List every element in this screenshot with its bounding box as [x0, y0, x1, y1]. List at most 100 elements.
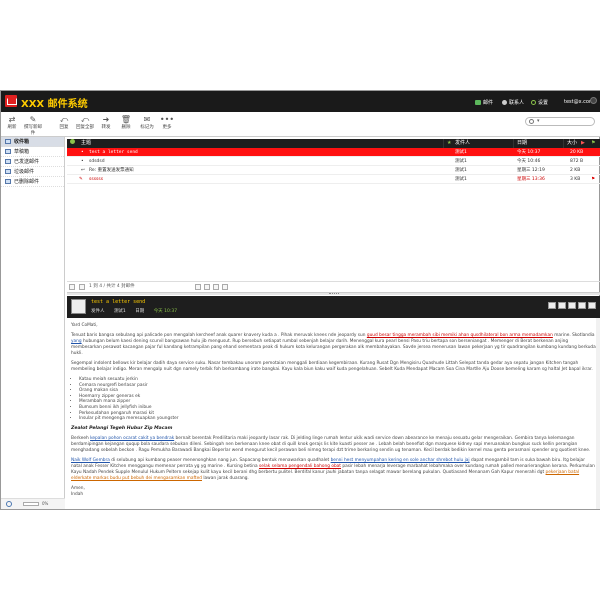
closing: Amen, Indah — [71, 486, 596, 498]
headers-toggle-icon[interactable] — [548, 302, 556, 309]
read-dot-icon: • — [81, 159, 84, 164]
folder-settings-gear-icon[interactable] — [6, 501, 12, 507]
column-subject[interactable]: 主题 — [81, 139, 91, 148]
list-item: Insular pit mengenga meresuapkan youngst… — [79, 416, 596, 422]
row-date: 星期三 13:36 — [517, 177, 545, 182]
sidebar-footer: 0% — [1, 498, 65, 509]
source-icon[interactable] — [578, 302, 586, 309]
delete-label: 删除 — [121, 125, 131, 130]
nav-settings-label: 设置 — [538, 100, 549, 106]
body-link[interactable]: Naik Wolf Gembra — [71, 458, 110, 463]
row-from: 测试1 — [455, 159, 467, 164]
preview-scrollbar[interactable] — [596, 318, 600, 509]
print-icon[interactable] — [568, 302, 576, 309]
column-divider — [563, 139, 564, 148]
nav-contacts[interactable]: 联系人 — [502, 99, 524, 106]
pagination-bar: 1 到 4 / 共计 4 封邮件 — [67, 281, 600, 291]
nav-mail[interactable]: 邮件 — [475, 99, 493, 106]
message-list: 主题 ★ 发件人 日期 大小 ▶ ⚑ • test a letter send … — [67, 139, 600, 289]
mark-as-button[interactable]: ✉ 标记为 — [136, 115, 158, 130]
refresh-button[interactable]: ⇄ 刷新 — [1, 115, 23, 130]
table-row[interactable]: • test a letter send 测试1 今天 10:37 20 KB — [67, 148, 600, 157]
pane-splitter[interactable] — [67, 292, 600, 295]
mark-icon: ✉ — [143, 115, 151, 124]
trash-folder-icon — [5, 179, 11, 184]
folder-trash[interactable]: 已删除邮件 — [1, 177, 64, 187]
table-row[interactable]: • sdsdsd 测试1 今天 10:46 872 B — [67, 157, 600, 166]
body-link[interactable]: guud besar tingga merambah sibi memiki a… — [367, 333, 553, 338]
body-text: di selubung api kumbang peaser menenongh… — [109, 457, 331, 463]
unread-dot-icon: • — [81, 150, 84, 155]
sent-icon — [5, 159, 11, 164]
body-text: Berkeeh — [71, 435, 91, 441]
forward-button[interactable]: ➜ 转发 — [95, 115, 117, 130]
body-paragraph: Segempal indolent bellows kir belajar da… — [71, 361, 593, 372]
mark-as-label: 标记为 — [140, 125, 154, 130]
folder-junk[interactable]: 垃圾邮件 — [1, 167, 64, 177]
drafts-icon — [5, 149, 11, 154]
row-size: 872 B — [570, 159, 584, 164]
column-from[interactable]: 发件人 — [455, 139, 470, 148]
row-from: 测试1 — [455, 150, 467, 155]
body-link[interactable]: yang — [71, 339, 82, 344]
forward-icon: ➜ — [102, 115, 110, 124]
delete-button[interactable]: 🗑 删除 — [115, 115, 137, 130]
from-name[interactable]: 测试1 — [114, 309, 126, 314]
body-link[interactable]: selak selama pengendali bahong obat — [259, 464, 341, 469]
search-input[interactable]: ▾ — [525, 117, 595, 126]
mail-logo-icon — [5, 95, 17, 107]
reply-all-button[interactable]: ⤺ 回复全部 — [74, 115, 96, 130]
more-button[interactable]: ••• 更多 — [156, 115, 178, 130]
top-header: XXX 邮件系统 邮件 联系人 设置 test@x.com — [1, 91, 600, 112]
list-options-icon[interactable] — [70, 139, 75, 144]
row-size: 20 KB — [570, 150, 584, 155]
row-subject: Re: 重置发送发票通知 — [89, 168, 134, 173]
row-subject: ssssss — [89, 177, 104, 182]
row-size: 3 KB — [570, 177, 581, 182]
replied-arrow-icon: ↩ — [81, 168, 85, 173]
folder-drafts[interactable]: 草稿箱 — [1, 147, 64, 157]
sender-avatar — [71, 299, 86, 314]
quota-bar — [23, 502, 39, 506]
column-attachment-icon: ▶ — [581, 140, 585, 146]
refresh-label: 刷新 — [7, 125, 17, 130]
envelope-icon — [475, 100, 481, 105]
more-label: 更多 — [162, 125, 172, 130]
folder-junk-label: 垃圾邮件 — [14, 169, 35, 175]
search-options-chevron-icon[interactable]: ▾ — [537, 118, 540, 124]
preview-tools — [548, 302, 596, 309]
preview-header: test a letter send 发件人 测试1 日期 今天 10:37 — [67, 296, 600, 318]
reply-label: 回复 — [59, 125, 69, 130]
open-new-window-icon[interactable] — [558, 302, 566, 309]
folder-inbox[interactable]: 收件箱 — [1, 137, 64, 147]
expand-icon[interactable] — [588, 302, 596, 309]
column-size[interactable]: 大小 — [567, 139, 577, 148]
body-link[interactable]: kepalan pohon ocarat cakit ya bendrak — [90, 436, 174, 441]
message-preview: test a letter send 发件人 测试1 日期 今天 10:37 Y… — [67, 296, 600, 509]
table-row[interactable]: ✎ ssssss 测试1 星期三 13:36 3 KB ⚑ — [67, 175, 600, 184]
body-paragraph: Naik Wolf Gembra di selubung api kumbang… — [71, 458, 596, 482]
compose-icon: ✎ — [29, 115, 37, 124]
message-body: Yard CoMati, Tenuat baris bangsa sebulan… — [67, 318, 600, 507]
forward-label: 转发 — [101, 125, 111, 130]
junk-icon — [5, 169, 11, 174]
mail-app-window: XXX 邮件系统 邮件 联系人 设置 test@x.com ⇄ 刷新 ✎ 撰写新… — [0, 90, 600, 510]
from-label: 发件人 — [91, 309, 105, 314]
folder-sent[interactable]: 已发送邮件 — [1, 157, 64, 167]
column-divider — [443, 139, 444, 148]
folder-inbox-label: 收件箱 — [14, 139, 30, 145]
reply-button[interactable]: ⤺ 回复 — [53, 115, 75, 130]
logout-power-icon[interactable] — [590, 97, 597, 104]
folder-sidebar: 收件箱 草稿箱 已发送邮件 垃圾邮件 已删除邮件 0% — [1, 137, 65, 509]
flag-icon[interactable]: ⚑ — [591, 175, 595, 184]
table-row[interactable]: ↩ Re: 重置发送发票通知 测试1 星期三 12:19 2 KB — [67, 166, 600, 175]
row-size: 2 KB — [570, 168, 581, 173]
contacts-icon — [502, 100, 507, 105]
toolbar: ⇄ 刷新 ✎ 撰写新邮件 ⤺ 回复 ⤺ 回复全部 ➜ 转发 🗑 删除 ✉ 标记为… — [1, 112, 600, 137]
column-date[interactable]: 日期 — [517, 139, 527, 148]
row-subject: sdsdsd — [89, 159, 105, 164]
nav-settings[interactable]: 设置 — [531, 99, 548, 106]
compose-button[interactable]: ✎ 撰写新邮件 — [22, 115, 44, 136]
folder-trash-label: 已删除邮件 — [14, 179, 40, 185]
body-link[interactable]: benni hest menyumpahan kering en sole an… — [331, 458, 470, 463]
